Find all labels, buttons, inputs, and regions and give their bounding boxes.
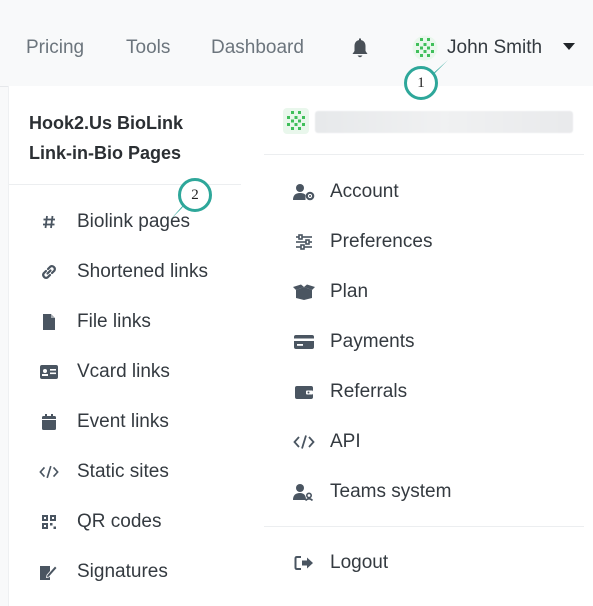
menu-item-label: Referrals	[330, 381, 408, 402]
menu-item-vcard-links[interactable]: Vcard links	[39, 358, 170, 386]
nav-tools-link[interactable]: Tools	[126, 37, 170, 59]
calendar-icon	[39, 412, 59, 432]
divider	[264, 154, 584, 155]
sliders-icon	[293, 232, 315, 252]
callout-number: 2	[178, 178, 212, 212]
logout-label: Logout	[330, 552, 389, 573]
menu-item-label: Account	[330, 181, 399, 202]
user-dropdown-menu: Hook2.Us BioLink Link-in-Bio Pages Bioli…	[8, 86, 593, 606]
menu-item-signatures[interactable]: Signatures	[39, 558, 168, 586]
menu-item-label: Signatures	[77, 561, 168, 582]
menu-item-label: Static sites	[77, 461, 169, 482]
menu-item-shortened-links[interactable]: Shortened links	[39, 258, 208, 286]
menu-item-label: Payments	[330, 331, 415, 352]
top-navbar: Pricing Tools Dashboard John Smith	[0, 0, 593, 87]
menu-item-event-links[interactable]: Event links	[39, 408, 169, 436]
callout-number: 1	[404, 66, 438, 100]
menu-item-label: Plan	[330, 281, 369, 302]
code-icon	[39, 462, 59, 482]
menu-item-label: File links	[77, 311, 151, 332]
callout-marker-2: 2	[170, 178, 212, 220]
menu-item-file-links[interactable]: File links	[39, 308, 151, 336]
file-icon	[39, 312, 59, 332]
menu-item-referrals[interactable]: Referrals	[293, 378, 407, 406]
avatar	[283, 108, 309, 134]
menu-item-api[interactable]: API	[293, 428, 361, 456]
bell-icon[interactable]	[349, 38, 371, 60]
menu-item-label: Preferences	[330, 231, 433, 252]
nav-dashboard-link[interactable]: Dashboard	[211, 37, 304, 59]
menu-item-qr-codes[interactable]: QR codes	[39, 508, 161, 536]
brand-title: Hook2.Us BioLink Link-in-Bio Pages	[29, 108, 183, 168]
divider	[264, 526, 584, 527]
callout-marker-1: 1	[404, 60, 448, 100]
signature-icon	[39, 562, 59, 582]
nav-pricing-link[interactable]: Pricing	[26, 37, 84, 59]
menu-item-label: Event links	[77, 411, 169, 432]
user-cog-icon	[293, 182, 315, 202]
user-team-icon	[293, 482, 315, 502]
menu-item-static-sites[interactable]: Static sites	[39, 458, 169, 486]
vcard-icon	[39, 362, 59, 382]
code-icon	[293, 432, 315, 452]
box-open-icon	[293, 282, 315, 302]
brand-line-1: Hook2.Us BioLink	[29, 113, 184, 133]
wallet-icon	[293, 382, 315, 402]
menu-item-preferences[interactable]: Preferences	[293, 228, 432, 256]
logout-button[interactable]: Logout	[293, 549, 388, 577]
user-name: John Smith	[447, 37, 543, 58]
redacted-email	[315, 111, 573, 133]
menu-item-teams-system[interactable]: Teams system	[293, 478, 451, 506]
menu-item-plan[interactable]: Plan	[293, 278, 368, 306]
menu-item-label: API	[330, 431, 361, 452]
qrcode-icon	[39, 512, 59, 532]
sign-out-icon	[293, 553, 315, 573]
menu-item-label: Shortened links	[77, 261, 208, 282]
menu-item-payments[interactable]: Payments	[293, 328, 414, 356]
credit-card-icon	[293, 332, 315, 352]
menu-item-label: QR codes	[77, 511, 162, 532]
hash-icon	[39, 212, 59, 232]
link-icon	[39, 262, 59, 282]
menu-item-account[interactable]: Account	[293, 178, 399, 206]
caret-down-icon[interactable]	[563, 43, 575, 50]
page: Pricing Tools Dashboard John Smith Hook2…	[0, 0, 593, 606]
menu-item-label: Teams system	[330, 481, 452, 502]
menu-item-label: Vcard links	[77, 361, 170, 382]
brand-line-2: Link-in-Bio Pages	[29, 143, 182, 163]
